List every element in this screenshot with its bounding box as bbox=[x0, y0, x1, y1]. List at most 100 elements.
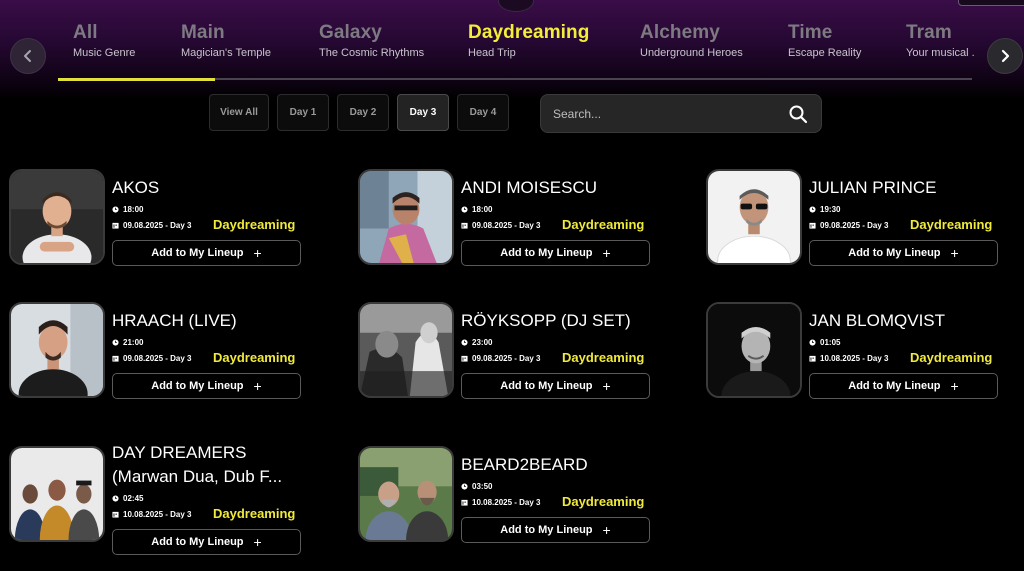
calendar-icon bbox=[809, 355, 816, 362]
genre-tab-galaxy[interactable]: Galaxy The Cosmic Rhythms bbox=[319, 22, 424, 59]
artist-card: DAY DREAMERS (Marwan Dua, Dub F... 02:45… bbox=[9, 443, 309, 558]
plus-icon: + bbox=[253, 378, 262, 394]
artist-photo[interactable] bbox=[358, 302, 454, 398]
genre-name: Galaxy bbox=[319, 22, 382, 43]
genre-scroll-indicator bbox=[58, 78, 215, 81]
search-input[interactable] bbox=[553, 105, 773, 123]
plus-icon: + bbox=[253, 245, 262, 261]
artist-name: AKOS bbox=[112, 178, 160, 197]
genre-tab-alchemy[interactable]: Alchemy Underground Heroes bbox=[640, 22, 743, 59]
artist-date-text: 09.08.2025 - Day 3 bbox=[472, 354, 541, 363]
artist-date-text: 09.08.2025 - Day 3 bbox=[123, 354, 192, 363]
artist-time-text: 03:50 bbox=[472, 482, 493, 491]
artist-date-text: 09.08.2025 - Day 3 bbox=[123, 221, 192, 230]
artist-date-text: 10.08.2025 - Day 3 bbox=[472, 498, 541, 507]
genre-tabs: All Music Genre Main Magician's Temple G… bbox=[0, 0, 1024, 82]
artist-photo[interactable] bbox=[706, 169, 802, 265]
artist-stage: Daydreaming bbox=[562, 350, 645, 365]
artist-time-text: 21:00 bbox=[123, 338, 144, 347]
day-filter-day-2[interactable]: Day 2 bbox=[337, 94, 389, 131]
artist-date: 10.08.2025 - Day 3 bbox=[809, 354, 889, 363]
artist-name: HRAACH (LIVE) bbox=[112, 311, 237, 330]
artist-photo[interactable] bbox=[9, 169, 105, 265]
add-to-lineup-button[interactable]: Add to My Lineup + bbox=[809, 373, 998, 399]
artist-time-text: 18:00 bbox=[123, 205, 144, 214]
clock-icon bbox=[461, 483, 468, 490]
artist-name: RÖYKSOPP (DJ SET) bbox=[461, 311, 631, 330]
artist-card: RÖYKSOPP (DJ SET) 23:00 09.08.2025 - Day… bbox=[358, 302, 658, 402]
artist-photo[interactable] bbox=[358, 169, 454, 265]
genre-name: Daydreaming bbox=[468, 22, 590, 43]
artist-time: 03:50 bbox=[461, 482, 492, 491]
artist-card: HRAACH (LIVE) 21:00 09.08.2025 - Day 3 D… bbox=[9, 302, 309, 402]
plus-icon: + bbox=[602, 245, 611, 261]
artist-time-text: 02:45 bbox=[123, 494, 144, 503]
genre-tab-all[interactable]: All Music Genre bbox=[73, 22, 135, 59]
calendar-icon bbox=[112, 355, 119, 362]
artist-time: 21:00 bbox=[112, 338, 143, 347]
day-filter-day-4[interactable]: Day 4 bbox=[457, 94, 509, 131]
add-to-lineup-button[interactable]: Add to My Lineup + bbox=[461, 373, 650, 399]
day-filter-day-3[interactable]: Day 3 bbox=[397, 94, 449, 131]
artist-time-text: 23:00 bbox=[472, 338, 493, 347]
add-to-lineup-label: Add to My Lineup bbox=[500, 524, 593, 536]
genre-name: All bbox=[73, 22, 98, 43]
artist-card: JAN BLOMQVIST 01:05 10.08.2025 - Day 3 D… bbox=[706, 302, 1006, 402]
artist-card: JULIAN PRINCE 19:30 09.08.2025 - Day 3 D… bbox=[706, 169, 1006, 269]
add-to-lineup-label: Add to My Lineup bbox=[151, 247, 244, 259]
artist-date: 09.08.2025 - Day 3 bbox=[461, 354, 541, 363]
add-to-lineup-button[interactable]: Add to My Lineup + bbox=[461, 240, 650, 266]
add-to-lineup-button[interactable]: Add to My Lineup + bbox=[809, 240, 998, 266]
calendar-icon bbox=[461, 222, 468, 229]
artist-time-text: 01:05 bbox=[820, 338, 841, 347]
search-box bbox=[540, 94, 822, 133]
day-filter-day-1[interactable]: Day 1 bbox=[277, 94, 329, 131]
artist-photo[interactable] bbox=[9, 446, 105, 542]
clock-icon bbox=[461, 339, 468, 346]
plus-icon: + bbox=[253, 534, 262, 550]
artist-date-text: 10.08.2025 - Day 3 bbox=[820, 354, 889, 363]
genre-tab-tram[interactable]: Tram Your musical . bbox=[906, 22, 975, 59]
genre-subtitle: The Cosmic Rhythms bbox=[319, 47, 425, 59]
add-to-lineup-button[interactable]: Add to My Lineup + bbox=[461, 517, 650, 543]
artist-date: 09.08.2025 - Day 3 bbox=[112, 221, 192, 230]
artist-name-continued: (Marwan Dua, Dub F... bbox=[112, 467, 283, 486]
artist-date: 09.08.2025 - Day 3 bbox=[461, 221, 541, 230]
add-to-lineup-label: Add to My Lineup bbox=[848, 380, 941, 392]
artist-stage: Daydreaming bbox=[213, 350, 296, 365]
artist-time: 19:30 bbox=[809, 205, 840, 214]
artist-stage: Daydreaming bbox=[562, 494, 645, 509]
add-to-lineup-button[interactable]: Add to My Lineup + bbox=[112, 529, 301, 555]
artist-stage: Daydreaming bbox=[213, 217, 296, 232]
add-to-lineup-label: Add to My Lineup bbox=[500, 247, 593, 259]
genre-tab-daydreaming[interactable]: Daydreaming Head Trip bbox=[468, 22, 589, 59]
plus-icon: + bbox=[602, 378, 611, 394]
calendar-icon bbox=[809, 222, 816, 229]
artist-photo[interactable] bbox=[9, 302, 105, 398]
add-to-lineup-button[interactable]: Add to My Lineup + bbox=[112, 373, 301, 399]
next-genre-button[interactable] bbox=[987, 38, 1023, 74]
clock-icon bbox=[809, 339, 816, 346]
artist-name: BEARD2BEARD bbox=[461, 455, 588, 474]
genre-tab-main[interactable]: Main Magician's Temple bbox=[181, 22, 271, 59]
add-to-lineup-button[interactable]: Add to My Lineup + bbox=[112, 240, 301, 266]
artist-photo[interactable] bbox=[706, 302, 802, 398]
artist-date: 10.08.2025 - Day 3 bbox=[112, 510, 192, 519]
search-icon[interactable] bbox=[788, 104, 808, 124]
artist-time: 18:00 bbox=[112, 205, 143, 214]
genre-name: Alchemy bbox=[640, 22, 720, 43]
artist-time: 02:45 bbox=[112, 494, 143, 503]
artist-name: DAY DREAMERS bbox=[112, 443, 247, 462]
artist-date-text: 09.08.2025 - Day 3 bbox=[472, 221, 541, 230]
artist-stage: Daydreaming bbox=[562, 217, 645, 232]
artist-stage: Daydreaming bbox=[213, 506, 296, 521]
artist-card: AKOS 18:00 09.08.2025 - Day 3 Daydreamin… bbox=[9, 169, 309, 269]
genre-name: Time bbox=[788, 22, 833, 43]
day-filter-view-all[interactable]: View All bbox=[209, 94, 269, 131]
artist-photo[interactable] bbox=[358, 446, 454, 542]
prev-genre-button[interactable] bbox=[10, 38, 46, 74]
genre-tab-time[interactable]: Time Escape Reality bbox=[788, 22, 861, 59]
chevron-left-icon bbox=[24, 50, 31, 62]
artist-date-text: 09.08.2025 - Day 3 bbox=[820, 221, 889, 230]
clock-icon bbox=[809, 206, 816, 213]
